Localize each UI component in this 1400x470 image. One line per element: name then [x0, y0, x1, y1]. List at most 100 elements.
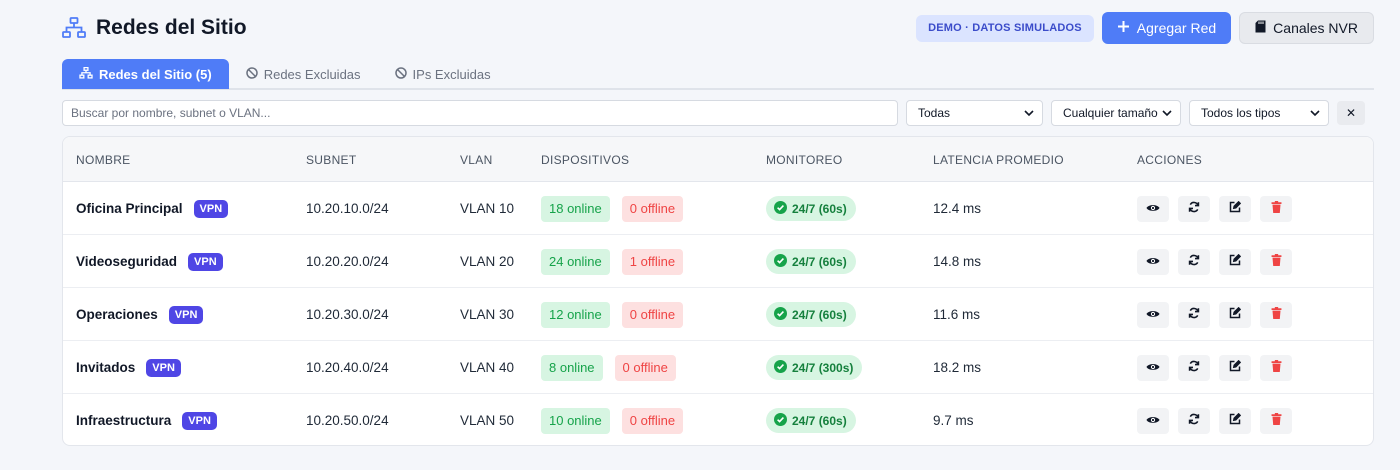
vpn-badge: VPN	[168, 305, 204, 324]
delete-button[interactable]	[1260, 248, 1292, 275]
sync-icon	[1188, 413, 1200, 428]
monitoring-badge: 24/7 (60s)	[766, 196, 856, 221]
clear-filters-button[interactable]: ✕	[1337, 101, 1365, 125]
view-button[interactable]	[1137, 195, 1169, 222]
edit-icon	[1229, 306, 1242, 322]
tab-excluded-ips-label: IPs Excluidas	[412, 66, 491, 82]
vlan-cell: VLAN 10	[460, 201, 515, 216]
network-name[interactable]: Oficina Principal	[76, 201, 183, 216]
table-row: Infraestructura VPN 10.20.50.0/24 VLAN 5…	[63, 394, 1373, 445]
offline-count-badge: 0 offline	[621, 407, 684, 434]
eye-icon	[1146, 201, 1160, 216]
chevron-down-icon	[1024, 106, 1034, 120]
refresh-button[interactable]	[1178, 407, 1210, 434]
online-count-badge: 10 online	[541, 407, 610, 434]
network-name[interactable]: Infraestructura	[76, 413, 171, 428]
trash-icon	[1271, 413, 1282, 428]
add-network-button[interactable]: Agregar Red	[1101, 12, 1232, 44]
trash-icon	[1271, 254, 1282, 269]
network-name[interactable]: Videoseguridad	[76, 254, 177, 269]
page-header: Redes del Sitio DEMO · DATOS SIMULADOS A…	[62, 12, 1374, 44]
edit-icon	[1229, 412, 1242, 428]
eye-icon	[1146, 254, 1160, 269]
trash-icon	[1271, 360, 1282, 375]
check-circle-icon	[774, 359, 787, 376]
edit-button[interactable]	[1219, 248, 1251, 275]
ban-icon	[245, 66, 258, 82]
refresh-button[interactable]	[1178, 354, 1210, 381]
subnet-cell: 10.20.20.0/24	[306, 254, 389, 269]
edit-button[interactable]	[1219, 407, 1251, 434]
latency-cell: 9.7 ms	[933, 413, 974, 428]
latency-cell: 18.2 ms	[933, 360, 982, 375]
column-header-name: NOMBRE	[76, 152, 131, 167]
offline-count-badge: 1 offline	[621, 248, 684, 275]
size-filter-select[interactable]: Cualquier tamaño	[1051, 100, 1181, 126]
sitemap-icon	[62, 16, 86, 40]
check-circle-icon	[774, 306, 787, 323]
view-button[interactable]	[1137, 407, 1169, 434]
network-name-cell: Infraestructura VPN	[76, 394, 217, 445]
monitoring-label: 24/7 (60s)	[792, 307, 847, 322]
eye-icon	[1146, 413, 1160, 428]
refresh-button[interactable]	[1178, 301, 1210, 328]
view-button[interactable]	[1137, 301, 1169, 328]
monitoring-cell: 24/7 (60s)	[766, 288, 856, 341]
edit-button[interactable]	[1219, 354, 1251, 381]
latency-cell: 11.6 ms	[933, 307, 981, 322]
vpn-badge: VPN	[182, 411, 217, 430]
tab-bar: Redes del Sitio (5) Redes Excluidas IPs …	[62, 59, 1374, 90]
table-body: Oficina Principal VPN 10.20.10.0/24 VLAN…	[63, 182, 1373, 445]
online-count-badge: 12 online	[541, 301, 610, 328]
column-header-vlan: VLAN	[460, 152, 493, 167]
network-name[interactable]: Invitados	[76, 360, 135, 375]
monitoring-cell: 24/7 (300s)	[766, 341, 863, 394]
view-button[interactable]	[1137, 354, 1169, 381]
network-name-cell: Oficina Principal VPN	[76, 182, 229, 235]
refresh-button[interactable]	[1178, 248, 1210, 275]
eye-icon	[1146, 360, 1160, 375]
online-count-badge: 18 online	[541, 195, 610, 222]
filter-bar: Todas Cualquier tamaño Todos los tipos ✕	[62, 100, 1374, 126]
subnet-cell: 10.20.30.0/24	[306, 307, 389, 322]
actions-cell	[1137, 394, 1292, 445]
refresh-button[interactable]	[1178, 195, 1210, 222]
offline-count-badge: 0 offline	[621, 301, 684, 328]
monitoring-cell: 24/7 (60s)	[766, 182, 856, 235]
delete-button[interactable]	[1260, 301, 1292, 328]
edit-button[interactable]	[1219, 301, 1251, 328]
monitoring-label: 24/7 (60s)	[792, 254, 847, 269]
type-filter-select[interactable]: Todos los tipos	[1189, 100, 1329, 126]
tab-excluded-networks-label: Redes Excluidas	[263, 66, 361, 82]
delete-button[interactable]	[1260, 354, 1292, 381]
delete-button[interactable]	[1260, 407, 1292, 434]
sitemap-icon	[79, 66, 93, 82]
trash-icon	[1271, 201, 1282, 216]
search-input[interactable]	[62, 100, 898, 126]
network-name[interactable]: Operaciones	[76, 307, 158, 322]
table-row: Operaciones VPN 10.20.30.0/24 VLAN 30 12…	[63, 288, 1373, 341]
status-filter-select[interactable]: Todas	[906, 100, 1043, 126]
subnet-cell: 10.20.40.0/24	[306, 360, 389, 375]
page-title: Redes del Sitio	[96, 16, 247, 39]
online-count-badge: 8 online	[541, 354, 603, 381]
view-button[interactable]	[1137, 248, 1169, 275]
tab-site-networks[interactable]: Redes del Sitio (5)	[62, 59, 229, 89]
column-header-subnet: SUBNET	[306, 152, 357, 167]
vpn-badge: VPN	[188, 252, 223, 271]
tab-excluded-networks[interactable]: Redes Excluidas	[229, 59, 378, 89]
subnet-cell: 10.20.10.0/24	[306, 201, 389, 216]
tab-excluded-ips[interactable]: IPs Excluidas	[378, 59, 508, 89]
monitoring-cell: 24/7 (60s)	[766, 235, 856, 288]
devices-cell: 18 online 0 offline	[541, 182, 684, 235]
vpn-badge: VPN	[193, 199, 229, 218]
sync-icon	[1188, 360, 1200, 375]
nvr-channels-button[interactable]: Canales NVR	[1239, 12, 1374, 44]
monitoring-cell: 24/7 (60s)	[766, 394, 856, 445]
sync-icon	[1188, 201, 1200, 216]
demo-badge: DEMO · DATOS SIMULADOS	[916, 14, 1094, 42]
header-actions: DEMO · DATOS SIMULADOS Agregar Red Canal…	[916, 12, 1374, 44]
edit-button[interactable]	[1219, 195, 1251, 222]
delete-button[interactable]	[1260, 195, 1292, 222]
actions-cell	[1137, 182, 1292, 235]
